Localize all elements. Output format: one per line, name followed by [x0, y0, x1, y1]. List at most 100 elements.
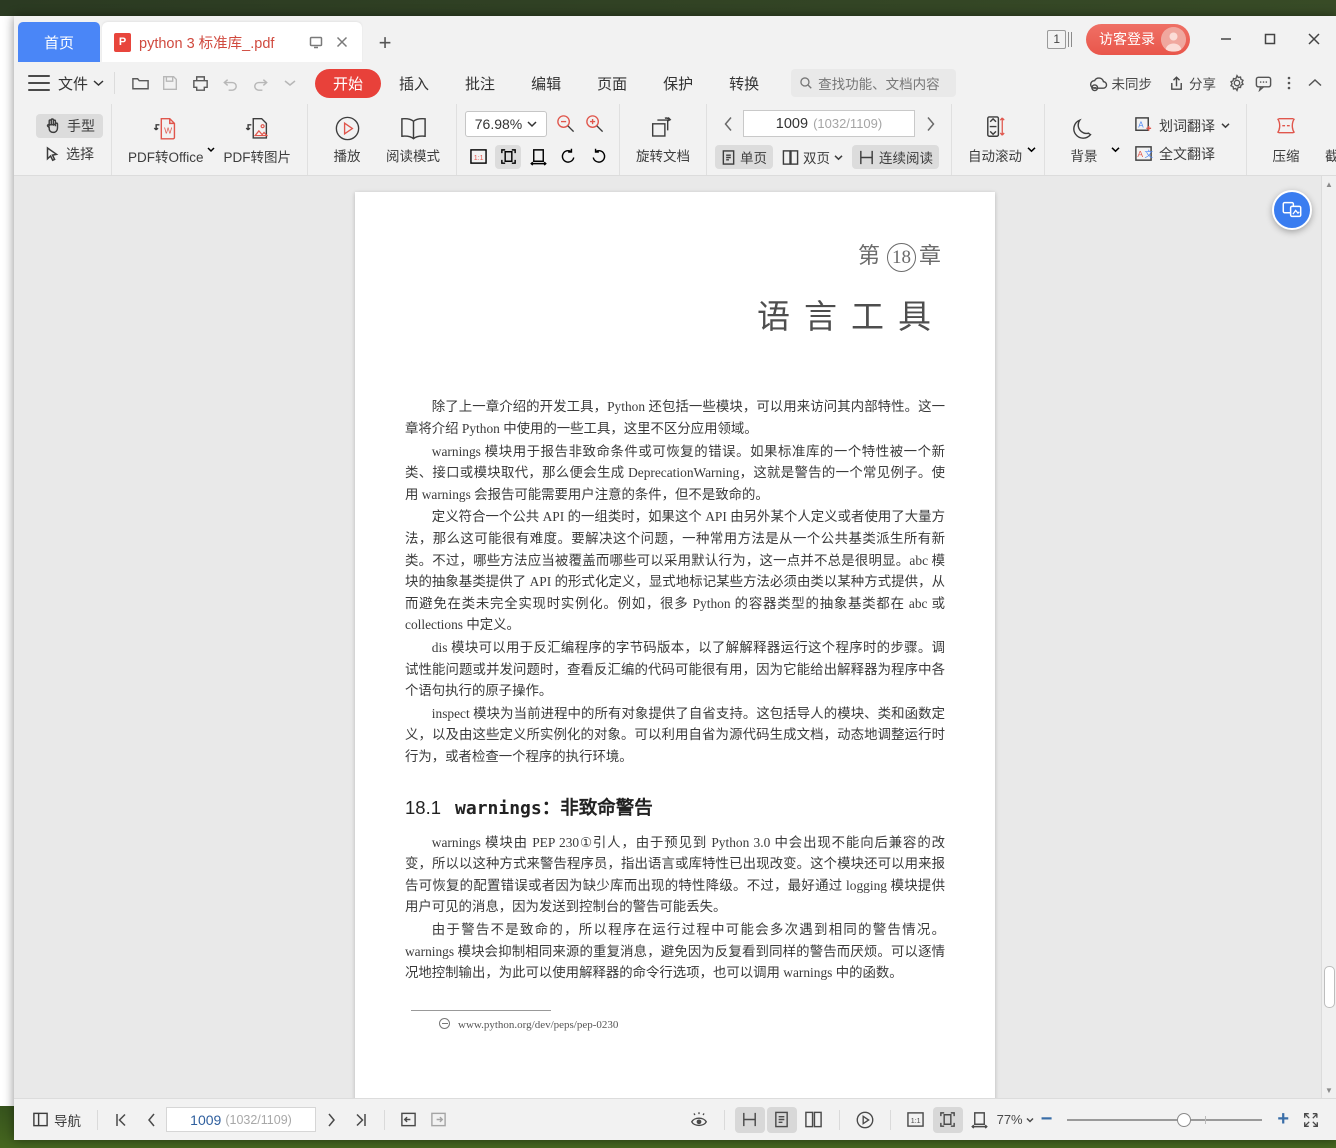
compress-button[interactable]: 压缩 — [1255, 115, 1317, 165]
word-translate-button[interactable]: A 划词翻译 — [1126, 114, 1238, 138]
window-controls: 1 访客登录 — [1047, 20, 1336, 58]
undo-icon[interactable] — [215, 69, 245, 97]
open-folder-icon[interactable] — [125, 69, 155, 97]
print-icon[interactable] — [185, 69, 215, 97]
collapse-ribbon-icon[interactable] — [1302, 69, 1328, 97]
zoom-in-icon[interactable] — [584, 113, 605, 134]
single-page-view-button[interactable] — [766, 1106, 797, 1133]
tab-close-icon[interactable] — [334, 34, 350, 50]
auto-scroll-button[interactable]: 自动滚动 — [960, 114, 1030, 165]
page-thumbnail-toggle[interactable]: 1 — [1047, 29, 1074, 49]
fit-page-icon[interactable] — [495, 144, 522, 169]
zoom-level-select[interactable]: 76.98% — [465, 110, 548, 137]
prev-page-button[interactable] — [136, 1107, 166, 1133]
menu-hamburger-icon[interactable] — [28, 75, 50, 91]
tab-home-label: 首页 — [43, 34, 74, 52]
play-button[interactable]: 播放 — [316, 114, 378, 165]
tab-insert[interactable]: 插入 — [381, 68, 447, 98]
sync-status-button[interactable]: 未同步 — [1081, 68, 1161, 98]
vertical-scrollbar[interactable]: ▲ ▼ — [1321, 176, 1336, 1098]
fit-width-button[interactable] — [965, 1107, 995, 1133]
more-icon[interactable] — [1276, 69, 1302, 97]
tab-page[interactable]: 页面 — [579, 68, 645, 98]
next-page-button[interactable] — [917, 111, 943, 137]
tab-protect[interactable]: 保护 — [645, 68, 711, 98]
pdf-to-office-dropdown-icon[interactable] — [206, 144, 216, 154]
scroll-up-arrow[interactable]: ▲ — [1322, 176, 1336, 192]
navigation-pane-button[interactable]: 导航 — [24, 1107, 89, 1133]
gear-icon[interactable] — [1224, 69, 1250, 97]
go-forward-button[interactable] — [423, 1107, 453, 1133]
go-back-button[interactable] — [393, 1107, 423, 1133]
presentation-button[interactable] — [850, 1107, 880, 1133]
group-auto-scroll: 自动滚动 — [951, 104, 1044, 175]
select-tool-button[interactable]: 选择 — [36, 142, 103, 166]
feedback-icon[interactable] — [1250, 69, 1276, 97]
eye-protection-button[interactable] — [684, 1107, 714, 1133]
tab-home[interactable]: 首页 — [18, 22, 100, 62]
view-continuous-button[interactable]: 连续阅读 — [852, 145, 940, 169]
view-double-page-button[interactable]: 双页 — [776, 145, 849, 169]
zoom-slider-knob[interactable] — [1177, 1112, 1192, 1127]
scroll-down-arrow[interactable]: ▼ — [1322, 1082, 1336, 1098]
zoom-in-button[interactable]: + — [1272, 1108, 1294, 1131]
tab-annotate[interactable]: 批注 — [447, 68, 513, 98]
redo-icon[interactable] — [245, 69, 275, 97]
close-button[interactable] — [1292, 20, 1336, 58]
hand-tool-button[interactable]: 手型 — [36, 113, 103, 138]
fit-page-button[interactable] — [932, 1106, 963, 1133]
status-page-input[interactable]: 1009 (1032/1109) — [166, 1107, 316, 1132]
pdf-to-office-button[interactable]: W PDF转Office — [120, 114, 212, 166]
maximize-button[interactable] — [1248, 20, 1292, 58]
tab-float-window-icon[interactable] — [308, 34, 324, 50]
scrollbar-thumb[interactable] — [1324, 966, 1335, 1008]
first-page-button[interactable] — [106, 1107, 136, 1133]
read-mode-button[interactable]: 阅读模式 — [378, 114, 448, 165]
full-translate-button[interactable]: A文 全文翻译 — [1126, 142, 1238, 166]
double-page-view-button[interactable] — [799, 1107, 829, 1133]
screenshot-compare-button[interactable]: 截图和对比 — [1317, 115, 1336, 165]
zoom-slider[interactable] — [1067, 1112, 1263, 1127]
view-single-page-button[interactable]: 单页 — [715, 145, 774, 169]
next-page-button[interactable] — [316, 1107, 346, 1133]
rotate-right-icon[interactable] — [585, 145, 611, 169]
file-menu-button[interactable]: 文件 — [58, 73, 104, 94]
book-icon — [400, 117, 426, 140]
split-view-button[interactable] — [734, 1106, 765, 1133]
divider — [723, 1109, 725, 1130]
auto-scroll-dropdown-icon[interactable] — [1027, 146, 1036, 153]
background-button[interactable]: 背景 — [1053, 115, 1115, 165]
save-icon[interactable] — [155, 69, 185, 97]
customize-dropdown-icon[interactable] — [275, 69, 305, 97]
minimize-button[interactable] — [1204, 20, 1248, 58]
tab-convert[interactable]: 转换 — [711, 68, 777, 98]
search-input[interactable]: 查找功能、文档内容 — [791, 69, 957, 97]
fit-width-icon[interactable] — [525, 145, 551, 169]
zoom-out-button[interactable]: − — [1036, 1108, 1058, 1131]
actual-size-icon[interactable]: 1:1 — [465, 145, 491, 169]
page-number-input[interactable]: 1009 (1032/1109) — [743, 110, 916, 137]
pdf-to-image-button[interactable]: PDF转图片 — [216, 114, 300, 166]
share-button[interactable]: 分享 — [1160, 68, 1224, 98]
tab-document[interactable]: P python 3 标准库_.pdf — [102, 22, 362, 62]
document-viewport[interactable]: 第 18 章 语言工具 除了上一章介绍的开发工具，Python 还包括一些模块，可以… — [14, 176, 1336, 1098]
group-cursor-tools: 手型 选择 — [28, 104, 111, 175]
actual-size-button[interactable]: 1:1 — [901, 1107, 931, 1133]
guest-login-button[interactable]: 访客登录 — [1086, 23, 1190, 55]
last-page-button[interactable] — [346, 1107, 376, 1133]
new-tab-label: + — [378, 30, 392, 55]
tab-start[interactable]: 开始 — [315, 68, 382, 98]
divider — [384, 1109, 385, 1130]
floating-translate-button[interactable] — [1272, 190, 1312, 230]
zoom-out-icon[interactable] — [555, 113, 576, 134]
prev-page-button[interactable] — [715, 111, 741, 137]
tab-edit[interactable]: 编辑 — [513, 68, 579, 98]
fullscreen-button[interactable] — [1296, 1107, 1326, 1133]
new-tab-button[interactable]: + — [368, 24, 402, 62]
zoom-percent-dropdown[interactable]: 77% — [997, 1112, 1034, 1127]
background-dropdown-icon[interactable] — [1111, 146, 1120, 153]
single-page-icon — [722, 149, 735, 165]
rotate-document-button[interactable]: 旋转文档 — [628, 114, 698, 165]
tab-edit-label: 编辑 — [531, 75, 562, 93]
rotate-left-icon[interactable] — [555, 145, 581, 169]
